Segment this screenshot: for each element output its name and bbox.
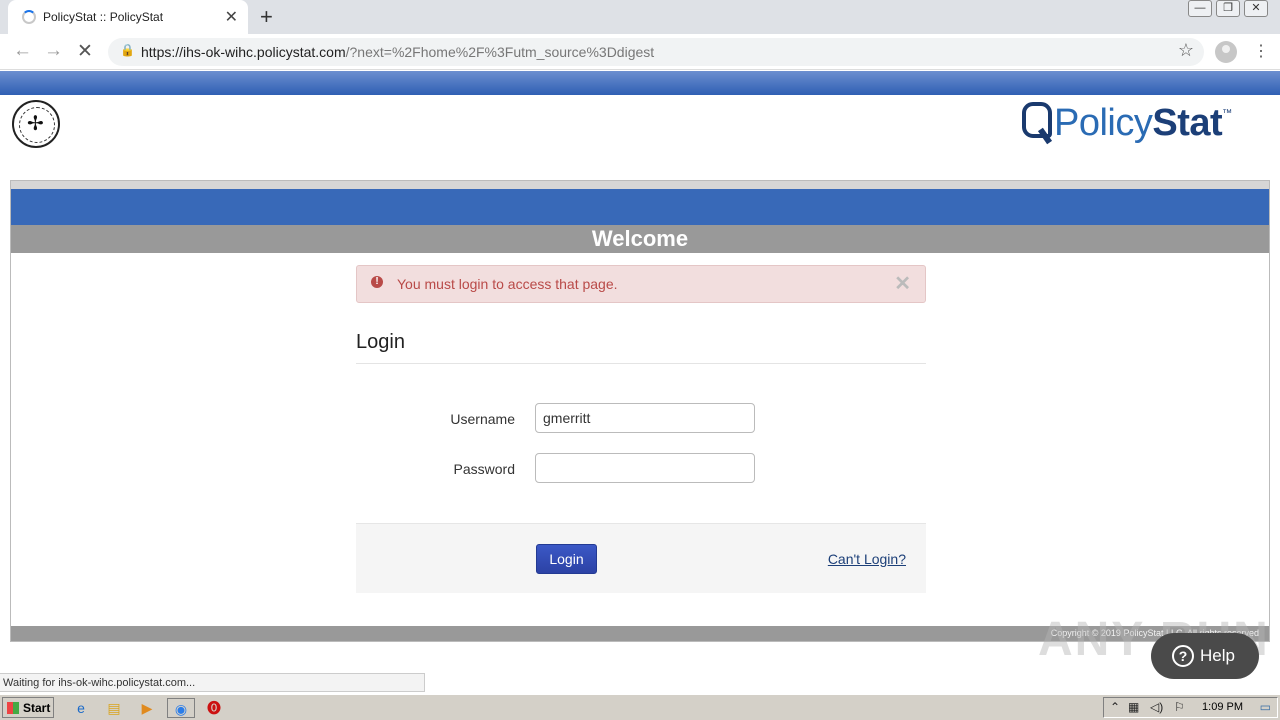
- brand-wordmark: PolicyStat: [1054, 101, 1223, 144]
- tab-title: PolicyStat :: PolicyStat: [43, 10, 164, 24]
- url-text: https://ihs-ok-wihc.policystat.com/?next…: [141, 44, 655, 60]
- bookmark-star-icon[interactable]: ☆: [1178, 40, 1194, 61]
- form-actions: Login Can't Login?: [356, 523, 926, 593]
- alert-message: You must login to access that page.: [397, 276, 618, 292]
- container-top-bar: [11, 181, 1269, 189]
- media-player-icon[interactable]: ▶: [136, 698, 158, 718]
- password-input[interactable]: [535, 453, 755, 483]
- file-explorer-icon[interactable]: ▤: [103, 698, 125, 718]
- loading-spinner-icon: [22, 10, 36, 24]
- browser-toolbar: ← → ✕ 🔒 https://ihs-ok-wihc.policystat.c…: [0, 34, 1280, 70]
- antivirus-icon[interactable]: ⓿: [203, 698, 225, 718]
- restore-button[interactable]: ❐: [1216, 0, 1240, 17]
- clock[interactable]: 1:09 PM: [1202, 701, 1243, 713]
- close-window-button[interactable]: ✕: [1244, 0, 1268, 17]
- back-arrow-icon[interactable]: ←: [13, 40, 32, 62]
- browser-tab[interactable]: PolicyStat :: PolicyStat ✕: [8, 0, 248, 34]
- username-label: Username: [450, 411, 515, 427]
- start-button[interactable]: Start: [2, 697, 54, 718]
- new-tab-button[interactable]: +: [260, 4, 273, 30]
- stop-loading-icon[interactable]: ✕: [77, 40, 93, 63]
- address-bar[interactable]: 🔒 https://ihs-ok-wihc.policystat.com/?ne…: [108, 38, 1204, 66]
- network-icon[interactable]: ▦: [1128, 700, 1139, 714]
- alert-close-icon[interactable]: ✕: [894, 271, 911, 296]
- windows-taskbar: Start e ▤ ▶ ◉ ⓿ ⌃ ▦ ◁) ⚐ 1:09 PM ▭: [0, 694, 1280, 720]
- login-button[interactable]: Login: [536, 544, 597, 574]
- browser-menu-icon[interactable]: ⋮: [1253, 41, 1269, 61]
- show-desktop-icon[interactable]: ▭: [1260, 700, 1271, 714]
- window-controls: — ❐ ✕: [1188, 0, 1268, 17]
- magnifier-icon: [1020, 100, 1054, 146]
- volume-icon[interactable]: ◁): [1150, 700, 1163, 714]
- chrome-icon[interactable]: ◉: [167, 698, 195, 718]
- welcome-banner: Welcome: [11, 225, 1269, 253]
- page-top-stripe: [0, 71, 1280, 95]
- tab-close-icon[interactable]: ✕: [225, 7, 238, 27]
- question-icon: ?: [1172, 645, 1194, 667]
- trademark-symbol: ™: [1222, 108, 1233, 119]
- error-alert: ! You must login to access that page. ✕: [356, 265, 926, 303]
- indian-health-service-seal-logo: [12, 100, 60, 148]
- exclamation-icon: !: [371, 276, 383, 288]
- browser-tab-strip: PolicyStat :: PolicyStat ✕ + — ❐ ✕: [0, 0, 1280, 34]
- minimize-button[interactable]: —: [1188, 0, 1212, 17]
- username-input[interactable]: [535, 403, 755, 433]
- internet-explorer-icon[interactable]: e: [70, 698, 92, 718]
- cant-login-link[interactable]: Can't Login?: [828, 551, 906, 567]
- forward-arrow-icon[interactable]: →: [44, 40, 63, 62]
- system-tray: ⌃ ▦ ◁) ⚐ 1:09 PM ▭: [1103, 697, 1278, 718]
- policystat-logo[interactable]: PolicyStat ™: [1020, 100, 1232, 146]
- help-label: Help: [1200, 646, 1235, 665]
- help-button[interactable]: ? Help: [1151, 633, 1259, 679]
- lock-icon: 🔒: [120, 43, 135, 57]
- browser-status-bar: Waiting for ihs-ok-wihc.policystat.com..…: [0, 673, 425, 692]
- flag-icon[interactable]: ⚐: [1174, 700, 1185, 714]
- container-blue-band: [11, 189, 1269, 225]
- profile-avatar-icon[interactable]: [1215, 41, 1237, 63]
- password-label: Password: [453, 461, 515, 477]
- login-heading: Login: [356, 331, 926, 364]
- login-container: Welcome ! You must login to access that …: [10, 180, 1270, 642]
- tray-expand-icon[interactable]: ⌃: [1110, 700, 1120, 714]
